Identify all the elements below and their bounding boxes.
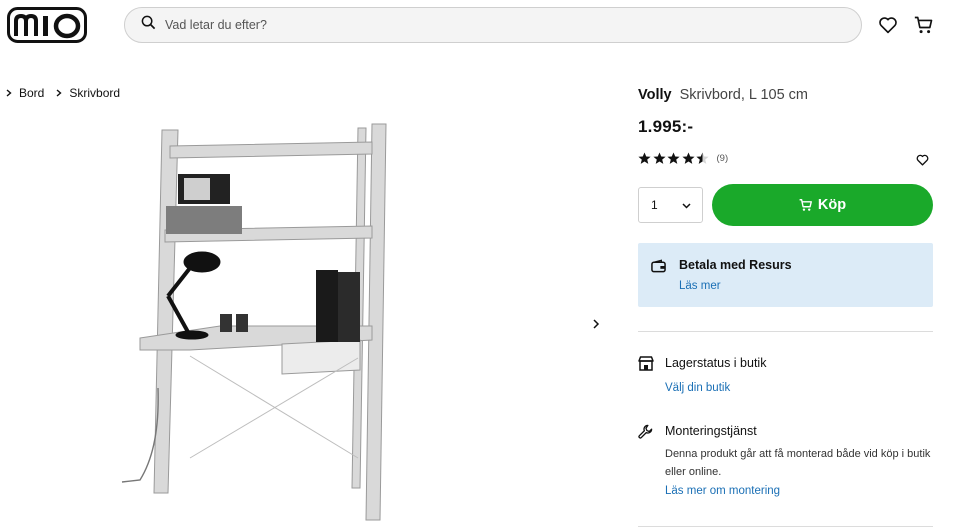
chevron-right-icon [2, 86, 16, 100]
divider [638, 526, 933, 527]
choose-store-link[interactable]: Välj din butik [665, 382, 730, 394]
quantity-value: 1 [651, 198, 658, 212]
product-price: 1.995:- [638, 117, 694, 136]
breadcrumb-label[interactable]: Skrivbord [69, 86, 120, 100]
product-image [110, 118, 420, 528]
search-bar[interactable] [124, 7, 862, 43]
payment-read-more-link[interactable]: Läs mer [679, 280, 721, 292]
cart-icon[interactable] [913, 14, 935, 36]
chevron-down-icon [682, 198, 691, 212]
wrench-icon [638, 424, 653, 444]
product-description: Skrivbord, L 105 cm [679, 87, 809, 103]
buy-label: Köp [817, 197, 847, 213]
store-icon [638, 356, 654, 376]
buy-button[interactable]: Köp [712, 184, 933, 226]
payment-title: Betala med Resurs [679, 258, 792, 272]
assembly-title: Monteringstjänst [665, 424, 757, 438]
cart-icon [799, 198, 813, 212]
quantity-select[interactable]: 1 [638, 187, 703, 223]
star-icon [652, 152, 666, 164]
star-icon [681, 152, 695, 164]
gallery-next-button[interactable] [588, 316, 604, 332]
divider [638, 331, 933, 332]
heart-icon[interactable] [916, 153, 929, 166]
product-title: Volly Skrivbord, L 105 cm [638, 86, 933, 104]
stock-title: Lagerstatus i butik [665, 356, 767, 370]
chevron-right-icon [52, 86, 66, 100]
mio-logo[interactable] [7, 7, 87, 43]
search-icon [141, 15, 156, 35]
heart-icon[interactable] [877, 14, 899, 36]
search-input[interactable] [165, 18, 765, 32]
product-brand[interactable]: Volly [638, 87, 672, 103]
product-info-panel: Volly Skrivbord, L 105 cm 1.995:- (9) 1 … [638, 86, 933, 527]
breadcrumb-item[interactable]: Bord [2, 86, 44, 100]
breadcrumb: Bord Skrivbord [2, 86, 120, 100]
star-icon [638, 152, 651, 164]
breadcrumb-item[interactable]: Skrivbord [44, 86, 120, 100]
rating[interactable]: (9) [638, 152, 728, 165]
breadcrumb-label[interactable]: Bord [19, 86, 44, 100]
star-icon [667, 152, 680, 164]
assembly-read-more-link[interactable]: Läs mer om montering [665, 485, 780, 497]
review-count[interactable]: (9) [717, 153, 729, 164]
assembly-description: Denna produkt går att få monterad både v… [665, 448, 931, 478]
wallet-icon [651, 259, 666, 278]
half-star-icon [696, 152, 709, 164]
payment-info-box: Betala med Resurs Läs mer [638, 243, 933, 307]
